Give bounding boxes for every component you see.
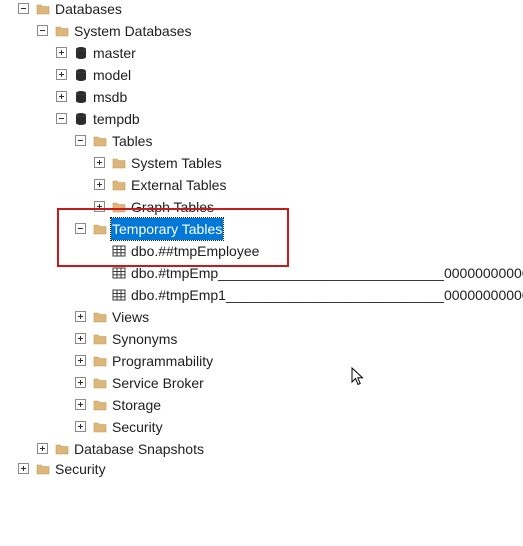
tree-node-service-broker[interactable]: Service Broker: [0, 372, 204, 394]
folder-icon: [93, 354, 107, 368]
tree-node-tables[interactable]: Tables: [0, 130, 152, 152]
collapse-icon[interactable]: [18, 3, 29, 14]
tree-node-system-tables[interactable]: System Tables: [0, 152, 222, 174]
expand-icon[interactable]: [37, 443, 48, 454]
tree-node-graph-tables[interactable]: Graph Tables: [0, 196, 214, 218]
database-icon: [74, 46, 88, 60]
highlight-box: [57, 208, 289, 267]
tree-node-storage[interactable]: Storage: [0, 394, 161, 416]
tree-label-databases: Databases: [55, 1, 122, 17]
tree-node-views[interactable]: Views: [0, 306, 149, 328]
tree-label-programmability: Programmability: [112, 353, 214, 369]
tree-node-external-tables[interactable]: External Tables: [0, 174, 226, 196]
tree-label-tables: Tables: [112, 133, 153, 149]
tree-node-system-databases[interactable]: System Databases: [0, 20, 192, 42]
expand-icon[interactable]: [56, 69, 67, 80]
expand-icon[interactable]: [56, 91, 67, 102]
database-icon: [74, 112, 88, 126]
expand-icon[interactable]: [56, 47, 67, 58]
tree-label-security-tempdb: Security: [112, 419, 163, 435]
folder-icon: [93, 398, 107, 412]
expand-icon[interactable]: [18, 463, 29, 474]
tree-node-synonyms[interactable]: Synonyms: [0, 328, 177, 350]
tree-label-model: model: [93, 67, 132, 83]
tree-label-external-tables: External Tables: [131, 177, 227, 193]
tree-node-security[interactable]: Security: [0, 458, 106, 480]
expand-icon[interactable]: [75, 355, 86, 366]
tree-label-tempdb: tempdb: [93, 111, 140, 127]
tree-label-storage: Storage: [112, 397, 162, 413]
table-icon: [112, 288, 126, 302]
expand-icon[interactable]: [75, 421, 86, 432]
folder-icon: [93, 376, 107, 390]
tree-label-synonyms: Synonyms: [112, 331, 178, 347]
mouse-cursor-icon: [351, 367, 364, 386]
tree-label-master: master: [93, 45, 136, 61]
tree-node-tmp-emp[interactable]: dbo.#tmpEmp_____________________________…: [0, 262, 523, 284]
folder-icon: [55, 442, 69, 456]
tree-label-service-broker: Service Broker: [112, 375, 204, 391]
tree-label-msdb: msdb: [93, 89, 128, 105]
folder-icon: [93, 420, 107, 434]
folder-icon: [36, 462, 50, 476]
expand-icon[interactable]: [94, 179, 105, 190]
collapse-icon[interactable]: [37, 25, 48, 36]
folder-icon: [93, 310, 107, 324]
collapse-icon[interactable]: [56, 113, 67, 124]
tree-node-temporary-tables[interactable]: Temporary Tables: [0, 217, 225, 241]
tree-label-system-tables: System Tables: [131, 155, 222, 171]
tree-node-tmp-emp1[interactable]: dbo.#tmpEmp1____________________________…: [0, 284, 523, 306]
folder-icon: [93, 332, 107, 346]
expand-icon[interactable]: [75, 311, 86, 322]
collapse-icon[interactable]: [75, 135, 86, 146]
tree-label-tmp-emp1: dbo.#tmpEmp1____________________________…: [131, 287, 523, 303]
folder-icon: [112, 156, 126, 170]
folder-icon: [36, 2, 50, 16]
tree-node-database-snapshots[interactable]: Database Snapshots: [0, 438, 204, 460]
table-icon: [112, 266, 126, 280]
tree-node-security-tempdb[interactable]: Security: [0, 416, 163, 438]
tree-label-system-databases: System Databases: [74, 23, 192, 39]
tree-node-programmability[interactable]: Programmability: [0, 350, 213, 372]
database-icon: [74, 90, 88, 104]
expand-icon[interactable]: [75, 333, 86, 344]
tree-node-msdb[interactable]: msdb: [0, 86, 127, 108]
tree-label-security: Security: [55, 461, 106, 477]
tree-node-tmp-employee[interactable]: dbo.##tmpEmployee: [0, 240, 259, 262]
folder-icon: [93, 134, 107, 148]
tree-node-model[interactable]: model: [0, 64, 131, 86]
tree-node-tempdb[interactable]: tempdb: [0, 108, 140, 130]
expand-icon[interactable]: [75, 377, 86, 388]
tree-node-master[interactable]: master: [0, 42, 136, 64]
database-icon: [74, 68, 88, 82]
folder-icon: [55, 24, 69, 38]
tree-label-database-snapshots: Database Snapshots: [74, 441, 204, 457]
tree-label-views: Views: [112, 309, 150, 325]
expand-icon[interactable]: [94, 157, 105, 168]
tree-node-databases[interactable]: Databases: [0, 0, 122, 20]
expand-icon[interactable]: [75, 399, 86, 410]
folder-icon: [112, 178, 126, 192]
